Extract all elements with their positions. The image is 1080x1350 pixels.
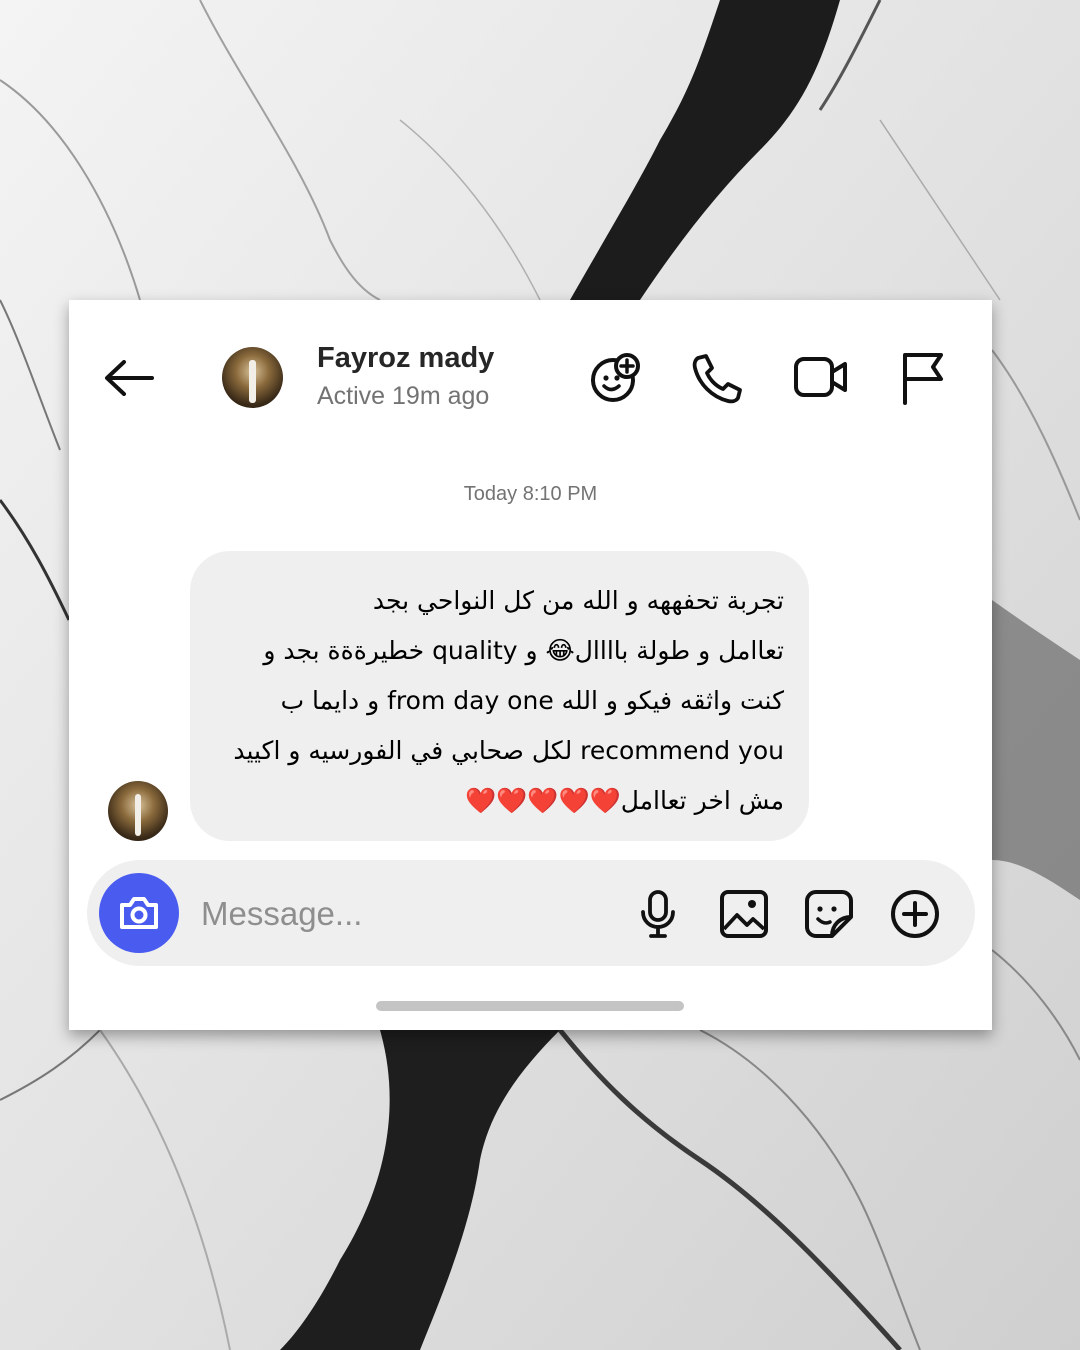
- report-button[interactable]: [897, 350, 947, 406]
- message-line: مش اخر تعاامل❤️❤️❤️❤️❤️: [465, 786, 784, 815]
- message-bubble[interactable]: تجربة تحفههه و الله من كل النواحي بجد تع…: [190, 551, 809, 841]
- sticker-button[interactable]: [803, 888, 855, 940]
- message-input[interactable]: [199, 888, 603, 940]
- gallery-button[interactable]: [718, 888, 770, 940]
- sticker-icon: [805, 890, 853, 938]
- message-line: recommend you لكل صحابي في الفورسيه و اك…: [233, 736, 784, 765]
- video-call-button[interactable]: [792, 352, 850, 402]
- video-camera-icon: [794, 357, 847, 397]
- gallery-icon: [720, 890, 768, 938]
- camera-button[interactable]: [99, 873, 179, 953]
- back-button[interactable]: [101, 356, 157, 400]
- message-timestamp: Today 8:10 PM: [463, 483, 598, 505]
- plus-circle-icon: [891, 890, 939, 938]
- arrow-left-icon: [105, 360, 154, 396]
- emoji-plus-icon: [591, 353, 640, 402]
- contact-avatar[interactable]: [222, 347, 283, 408]
- add-emoji-reaction-button[interactable]: [587, 348, 645, 406]
- voice-message-button[interactable]: [635, 888, 681, 940]
- message-line: تعاامل و طولة باااال😂 و quality خطيرةةة …: [263, 636, 784, 665]
- chat-window: Fayroz mady Active 19m ago Today 8:10 PM: [69, 300, 992, 1030]
- microphone-icon: [641, 890, 675, 938]
- voice-call-button[interactable]: [690, 350, 746, 406]
- camera-icon: [120, 897, 158, 929]
- more-button[interactable]: [889, 888, 941, 940]
- contact-status: Active 19m ago: [317, 382, 490, 410]
- message-line: تجربة تحفههه و الله من كل النواحي بجد: [372, 586, 784, 615]
- flag-icon: [903, 353, 943, 405]
- phone-icon: [692, 354, 742, 404]
- home-indicator: [376, 1001, 684, 1011]
- contact-name[interactable]: Fayroz mady: [317, 342, 494, 375]
- message-line: كنت واثقه فيكو و الله from day one و داي…: [280, 686, 784, 715]
- message-composer: [87, 860, 975, 966]
- sender-avatar[interactable]: [108, 781, 168, 841]
